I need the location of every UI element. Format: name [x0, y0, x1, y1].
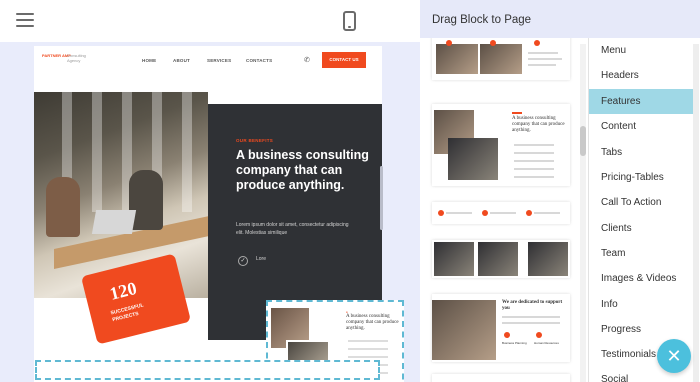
- category-pricing-tables[interactable]: Pricing-Tables: [589, 165, 693, 190]
- mobile-phone-icon[interactable]: [343, 11, 356, 31]
- contact-us-button[interactable]: CONTACT US: [322, 52, 366, 68]
- block-title: A business consulting company that can p…: [346, 314, 399, 331]
- category-info[interactable]: Info: [589, 292, 693, 317]
- canvas-scrollbar[interactable]: [380, 166, 383, 230]
- category-images-videos[interactable]: Images & Videos: [589, 266, 693, 291]
- blocks-scrollbar-thumb[interactable]: [580, 126, 586, 156]
- panel-title: Drag Block to Page: [432, 14, 532, 26]
- category-list: Menu Headers Features Content Tabs Prici…: [588, 38, 700, 382]
- category-features[interactable]: Features: [589, 89, 693, 114]
- category-clients[interactable]: Clients: [589, 216, 693, 241]
- block-item: Business Planning: [502, 341, 527, 345]
- editor-canvas: PARTNER AMP Consulting Agency HOME ABOUT…: [0, 42, 420, 382]
- stat-number: 120: [107, 277, 139, 304]
- editor-topbar: [0, 0, 420, 42]
- block-title: A business consulting company that can p…: [512, 116, 565, 133]
- block-text-line: [348, 348, 388, 350]
- blocks-scrollbar-track[interactable]: [580, 44, 586, 382]
- block-text-line: [348, 356, 388, 358]
- hamburger-icon[interactable]: [16, 13, 34, 27]
- block-thumbnail[interactable]: [432, 38, 570, 80]
- category-menu[interactable]: Menu: [589, 38, 693, 63]
- nav-about[interactable]: ABOUT: [173, 58, 190, 63]
- drop-zone[interactable]: [35, 360, 380, 380]
- logo-subtitle: Consulting Agency: [67, 53, 86, 63]
- nav-contacts[interactable]: CONTACTS: [246, 58, 272, 63]
- site-logo: PARTNER AMP Consulting Agency: [42, 53, 86, 63]
- panel-header: Drag Block to Page: [420, 0, 700, 38]
- category-team[interactable]: Team: [589, 241, 693, 266]
- block-thumbnail[interactable]: [432, 202, 570, 224]
- close-icon[interactable]: ✕: [657, 339, 691, 373]
- nav-services[interactable]: SERVICES: [207, 58, 231, 63]
- check-icon: ✓: [238, 256, 248, 266]
- block-thumbnails: A business consulting company that can p…: [420, 38, 588, 382]
- category-progress[interactable]: Progress: [589, 317, 693, 342]
- phone-icon: ✆: [304, 57, 310, 64]
- hero-text: Lorem ipsum dolor sit amet, consectetur …: [236, 222, 349, 236]
- block-item: Human Resources: [534, 341, 559, 345]
- nav-home[interactable]: HOME: [142, 58, 156, 63]
- site-navbar: PARTNER AMP Consulting Agency HOME ABOUT…: [34, 46, 382, 74]
- hero-eyebrow: OUR BENEFITS: [236, 138, 274, 143]
- category-call-to-action[interactable]: Call To Action: [589, 190, 693, 215]
- category-headers[interactable]: Headers: [589, 63, 693, 88]
- categories-scrollbar[interactable]: [693, 44, 699, 382]
- block-thumbnail[interactable]: [432, 374, 570, 382]
- block-text-line: [348, 340, 388, 342]
- category-content[interactable]: Content: [589, 114, 693, 139]
- block-title: We are dedicated to support you: [502, 300, 563, 311]
- block-panel: Drag Block to Page A business consulting…: [420, 0, 700, 382]
- bullet-text: Lore: [256, 256, 267, 262]
- block-thumbnail[interactable]: A business consulting company that can p…: [432, 104, 570, 186]
- block-thumbnail[interactable]: [432, 240, 570, 278]
- block-thumbnail[interactable]: We are dedicated to support you Business…: [432, 294, 570, 362]
- hero-title: A business consulting company that can p…: [236, 148, 369, 192]
- category-tabs[interactable]: Tabs: [589, 140, 693, 165]
